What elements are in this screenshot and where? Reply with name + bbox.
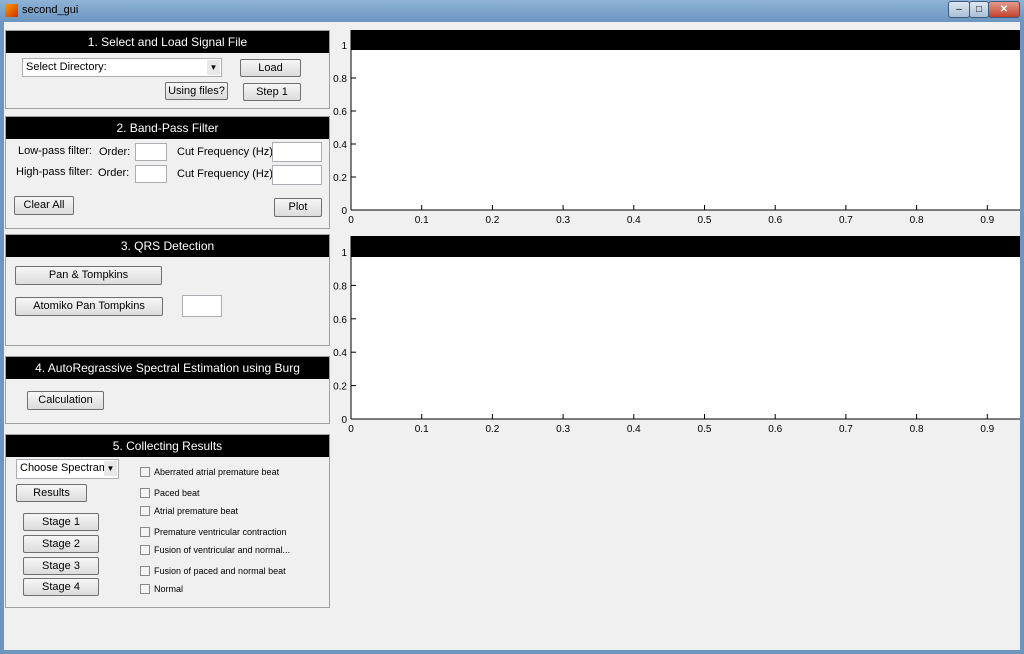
y-tick-label: 0.6 — [333, 315, 347, 326]
x-tick-label: 0.7 — [839, 424, 853, 435]
close-button[interactable]: ✕ — [988, 1, 1020, 18]
y-tick-label: 0.2 — [333, 382, 347, 393]
x-tick-label: 0.4 — [627, 424, 641, 435]
plot-area — [351, 257, 1020, 419]
window-title: second_gui — [22, 4, 79, 16]
x-tick-label: 0.2 — [485, 424, 499, 435]
title-bar: second_gui – □ ✕ — [0, 0, 1024, 22]
x-tick-label: 0.5 — [698, 424, 712, 435]
y-tick-label: 0.8 — [333, 281, 347, 292]
minimize-button[interactable]: – — [948, 1, 970, 18]
x-tick-label: 0 — [348, 424, 354, 435]
matlab-icon — [5, 4, 18, 17]
y-tick-label: 0 — [341, 415, 347, 426]
x-tick-label: 0.6 — [768, 424, 782, 435]
x-tick-label: 0.9 — [980, 424, 994, 435]
y-tick-label: 1 — [341, 248, 347, 259]
maximize-button[interactable]: □ — [969, 1, 989, 18]
axes-svg: 0 0.2 0.4 0.6 0.8 1 0 0.1 0.2 0.3 0.4 0.5 0.6 0.7 0.8 0… — [333, 236, 1020, 435]
x-tick-label: 0.8 — [910, 424, 924, 435]
axes-header-band — [351, 236, 1020, 257]
x-tick-label: 0.3 — [556, 424, 570, 435]
x-tick-label: 0.1 — [415, 424, 429, 435]
figure-window: 1. Select and Load Signal File Select Di… — [4, 22, 1020, 650]
y-tick-label: 0.4 — [333, 348, 347, 359]
